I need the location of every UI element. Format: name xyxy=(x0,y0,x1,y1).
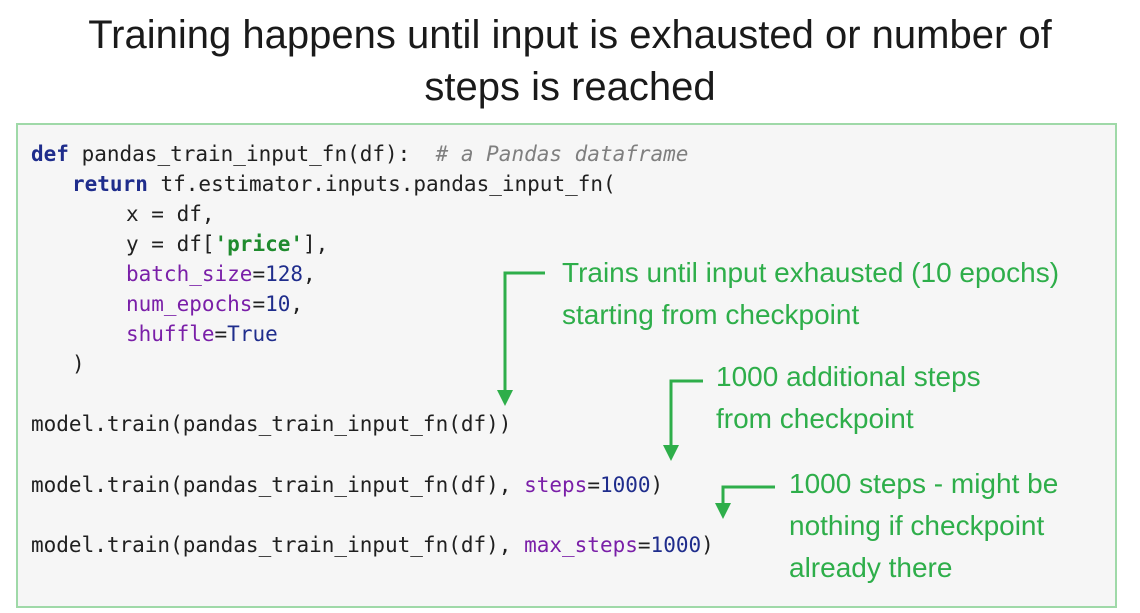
argument-value: 1000 xyxy=(599,473,651,497)
code-text: , xyxy=(303,262,316,286)
code-line-y: y = df['price'], xyxy=(126,234,328,255)
code-text: , xyxy=(290,292,304,316)
argument-name: shuffle xyxy=(126,322,215,346)
argument-value: 128 xyxy=(265,262,304,286)
code-text: model.train(pandas_train_input_fn(df), xyxy=(31,473,525,497)
slide-title-line-1: Training happens until input is exhauste… xyxy=(88,13,1052,57)
code-text: = xyxy=(637,533,651,557)
annotation-line: Trains until input exhausted (10 epochs) xyxy=(562,257,1060,288)
keyword-def: def xyxy=(31,142,69,166)
code-line-train-max-steps: model.train(pandas_train_input_fn(df), m… xyxy=(31,535,714,556)
code-line-close-paren: ) xyxy=(72,354,85,375)
annotation-line: 1000 steps - might be xyxy=(789,468,1059,499)
code-text: = xyxy=(214,322,228,346)
annotation-max-steps: 1000 steps - might be nothing if checkpo… xyxy=(789,463,1058,589)
annotation-line: already there xyxy=(789,552,953,583)
code-text: ) xyxy=(72,352,85,376)
code-text: model.train(pandas_train_input_fn(df), xyxy=(31,533,525,557)
code-line-def: def pandas_train_input_fn(df): # a Panda… xyxy=(31,144,688,165)
code-line-shuffle: shuffle=True xyxy=(126,324,278,345)
annotation-line: from checkpoint xyxy=(716,403,914,434)
argument-value: 1000 xyxy=(650,533,702,557)
code-line-num-epochs: num_epochs=10, xyxy=(126,294,303,315)
code-comment: # a Pandas dataframe xyxy=(435,142,689,166)
code-line-train-default: model.train(pandas_train_input_fn(df)) xyxy=(31,414,511,435)
code-text: = xyxy=(252,292,266,316)
code-text: = xyxy=(587,473,600,497)
argument-name: steps xyxy=(524,473,588,497)
function-signature: pandas_train_input_fn(df): xyxy=(68,142,436,166)
string-literal: 'price' xyxy=(214,232,304,256)
code-text: model.train(pandas_train_input_fn(df)) xyxy=(31,412,512,436)
code-text: x = df, xyxy=(126,202,215,226)
code-line-batch-size: batch_size=128, xyxy=(126,264,316,285)
slide: Training happens until input is exhauste… xyxy=(0,0,1140,613)
argument-value: True xyxy=(227,322,278,346)
code-text: ], xyxy=(303,232,329,256)
argument-name: num_epochs xyxy=(126,292,253,316)
code-text: = xyxy=(252,262,266,286)
annotation-line: nothing if checkpoint xyxy=(789,510,1045,541)
argument-name: batch_size xyxy=(126,262,253,286)
code-text: ) xyxy=(701,533,714,557)
code-line-train-steps: model.train(pandas_train_input_fn(df), s… xyxy=(31,475,663,496)
argument-name: max_steps xyxy=(524,533,638,557)
annotation-steps: 1000 additional steps from checkpoint xyxy=(716,356,981,440)
argument-value: 10 xyxy=(265,292,291,316)
code-text: y = df[ xyxy=(126,232,215,256)
code-line-return: return tf.estimator.inputs.pandas_input_… xyxy=(72,174,616,195)
code-line-x: x = df, xyxy=(126,204,215,225)
keyword-return: return xyxy=(72,172,148,196)
code-text: ) xyxy=(650,473,664,497)
annotation-epochs: Trains until input exhausted (10 epochs)… xyxy=(562,252,1059,336)
annotation-line: starting from checkpoint xyxy=(562,299,860,330)
return-call: tf.estimator.inputs.pandas_input_fn( xyxy=(147,172,616,196)
slide-title-line-2: steps is reached xyxy=(424,65,716,109)
annotation-line: 1000 additional steps xyxy=(716,361,981,392)
